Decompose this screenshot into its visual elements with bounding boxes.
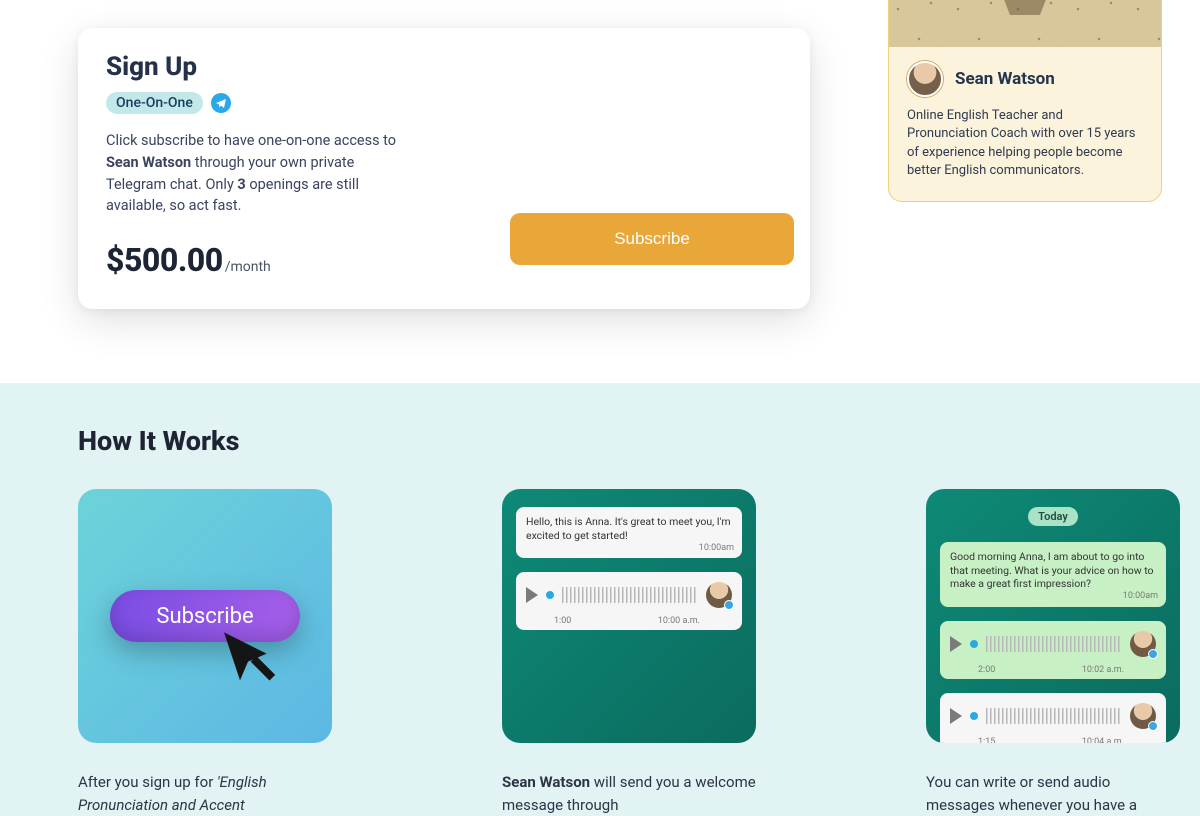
mini-avatar bbox=[1130, 703, 1156, 729]
signup-description: Click subscribe to have one-on-one acces… bbox=[106, 130, 406, 217]
voice-bubble: 2:00 10:02 a.m. bbox=[940, 621, 1166, 679]
how-it-works-title: How It Works bbox=[78, 425, 1122, 457]
instructor-avatar bbox=[907, 61, 943, 97]
voice-duration: 1:00 bbox=[554, 616, 571, 626]
waveform bbox=[562, 587, 698, 603]
step-3: Today Good morning Anna, I am about to g… bbox=[926, 489, 1180, 816]
instructor-video-thumb[interactable] bbox=[889, 0, 1161, 47]
step-2-description: Sean Watson will send you a welcome mess… bbox=[502, 771, 756, 816]
mic-icon bbox=[724, 600, 734, 610]
coach-name: Sean Watson bbox=[106, 154, 191, 171]
voice-duration: 2:00 bbox=[978, 665, 995, 675]
step-2-illustration: Hello, this is Anna. It's great to meet … bbox=[502, 489, 756, 743]
instructor-bio: Online English Teacher and Pronunciation… bbox=[889, 107, 1161, 181]
step-1-description: After you sign up for 'English Pronuncia… bbox=[78, 771, 332, 816]
voice-bubble: 1:15 10:04 a.m. bbox=[940, 693, 1166, 743]
play-icon bbox=[950, 636, 962, 652]
voice-timestamp: 10:00 a.m. bbox=[658, 616, 700, 626]
mic-icon bbox=[1148, 649, 1158, 659]
mini-avatar bbox=[706, 582, 732, 608]
telegram-icon bbox=[211, 93, 231, 113]
one-on-one-badge: One-On-One bbox=[106, 92, 203, 114]
step-1-illustration: Subscribe bbox=[78, 489, 332, 743]
subscribe-button[interactable]: Subscribe bbox=[510, 213, 794, 265]
chat-bubble: Hello, this is Anna. It's great to meet … bbox=[516, 507, 742, 558]
today-pill: Today bbox=[1028, 507, 1078, 526]
mini-avatar bbox=[1130, 631, 1156, 657]
badge-row: One-On-One bbox=[106, 92, 782, 114]
instructor-card: Sean Watson Online English Teacher and P… bbox=[888, 0, 1162, 202]
signup-card: Sign Up One-On-One Click subscribe to ha… bbox=[78, 28, 810, 309]
voice-duration: 1:15 bbox=[978, 737, 995, 743]
step-2: Hello, this is Anna. It's great to meet … bbox=[502, 489, 756, 816]
mic-icon bbox=[1148, 721, 1158, 731]
chat-time: 10:00am bbox=[1123, 591, 1158, 603]
step-1: Subscribe After you sign up for 'English… bbox=[78, 489, 332, 816]
instructor-name: Sean Watson bbox=[955, 69, 1055, 89]
step-text-strong: Sean Watson bbox=[502, 773, 590, 791]
step-3-description: You can write or send audio messages whe… bbox=[926, 771, 1180, 816]
cursor-icon bbox=[216, 627, 280, 695]
price-period: /month bbox=[225, 259, 271, 275]
steps-row: Subscribe After you sign up for 'English… bbox=[78, 489, 1122, 816]
progress-dot bbox=[546, 591, 554, 599]
progress-dot bbox=[970, 712, 978, 720]
signup-title: Sign Up bbox=[106, 52, 782, 82]
progress-dot bbox=[970, 640, 978, 648]
step-3-illustration: Today Good morning Anna, I am about to g… bbox=[926, 489, 1180, 743]
step-text: After you sign up for bbox=[78, 773, 217, 791]
voice-timestamp: 10:02 a.m. bbox=[1082, 665, 1124, 675]
chat-text: Hello, this is Anna. It's great to meet … bbox=[526, 515, 731, 542]
play-icon bbox=[526, 587, 538, 603]
waveform bbox=[986, 708, 1122, 724]
play-icon bbox=[950, 708, 962, 724]
how-it-works-section: How It Works Subscribe After you sign up… bbox=[0, 383, 1200, 816]
waveform bbox=[986, 636, 1122, 652]
chat-bubble: Good morning Anna, I am about to go into… bbox=[940, 542, 1166, 607]
voice-timestamp: 10:04 a.m. bbox=[1082, 737, 1124, 743]
chat-time: 10:00am bbox=[699, 543, 734, 555]
openings-count: 3 bbox=[237, 176, 245, 193]
desc-text: Click subscribe to have one-on-one acces… bbox=[106, 132, 396, 149]
chat-text: Good morning Anna, I am about to go into… bbox=[950, 550, 1154, 590]
voice-bubble: 1:00 10:00 a.m. bbox=[516, 572, 742, 630]
price-amount: $500.00 bbox=[106, 241, 223, 279]
instructor-row: Sean Watson bbox=[889, 47, 1161, 107]
